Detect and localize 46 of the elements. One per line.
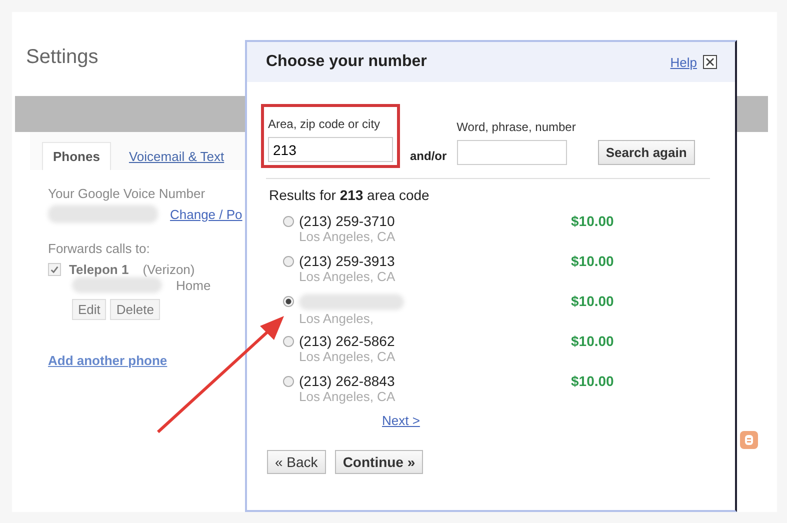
dialog-title: Choose your number: [266, 53, 427, 71]
and-or-text: and/or: [410, 149, 447, 163]
help-link[interactable]: Help: [670, 54, 697, 70]
close-icon[interactable]: [703, 55, 717, 69]
page-title: Settings: [26, 46, 98, 70]
forwards-label: Forwards calls to:: [48, 241, 150, 256]
city-text: Los Angeles, CA: [299, 269, 396, 284]
price-text: $10.00: [571, 293, 614, 309]
phone-number: (213) 259-3913: [299, 253, 396, 269]
price-text: $10.00: [571, 333, 614, 349]
city-text: Los Angeles, CA: [299, 229, 396, 244]
tab[interactable]: Phones: [42, 142, 111, 170]
radio-button[interactable]: [283, 296, 294, 307]
next-link[interactable]: Next >: [382, 413, 420, 428]
radio-button[interactable]: [283, 216, 294, 227]
phone-type: Home: [176, 278, 211, 292]
area-input-field[interactable]: 213: [268, 137, 393, 162]
price-text: $10.00: [571, 373, 614, 389]
number-label: Your Google Voice Number: [48, 186, 206, 201]
tab[interactable]: Voicemail & Text: [118, 143, 234, 170]
continue-button[interactable]: Continue »: [334, 450, 424, 474]
phone-number: (213) 262-8843: [299, 373, 396, 389]
city-text: Los Angeles, CA: [299, 349, 396, 364]
edit-button[interactable]: Edit: [72, 299, 106, 320]
add-phone-link[interactable]: Add another phone: [48, 353, 168, 368]
back-button[interactable]: « Back: [267, 450, 326, 474]
carrier-text: (Verizon): [142, 262, 195, 277]
blogger-icon[interactable]: [740, 431, 758, 449]
phone-name: Telepon 1: [69, 262, 129, 277]
results-heading: Results for 213 area code: [269, 187, 430, 203]
radio-button[interactable]: [283, 376, 294, 387]
word-input-field[interactable]: [456, 140, 567, 165]
change-link[interactable]: Change / Po: [170, 206, 242, 222]
search-again-button[interactable]: Search again: [598, 140, 695, 165]
radio-button[interactable]: [283, 336, 294, 347]
phone-number: (213) 262-5862: [299, 333, 396, 349]
price-text: $10.00: [571, 253, 614, 269]
field-label: Word, phrase, number: [456, 120, 576, 134]
price-text: $10.00: [571, 213, 614, 229]
checkbox[interactable]: [48, 263, 61, 276]
delete-button[interactable]: Delete: [110, 299, 160, 320]
phone-number: (213) 259-3710: [299, 213, 396, 229]
city-text: Los Angeles,: [299, 311, 374, 326]
field-label: Area, zip code or city: [268, 117, 382, 131]
city-text: Los Angeles, CA: [299, 389, 396, 404]
radio-button[interactable]: [283, 256, 294, 267]
